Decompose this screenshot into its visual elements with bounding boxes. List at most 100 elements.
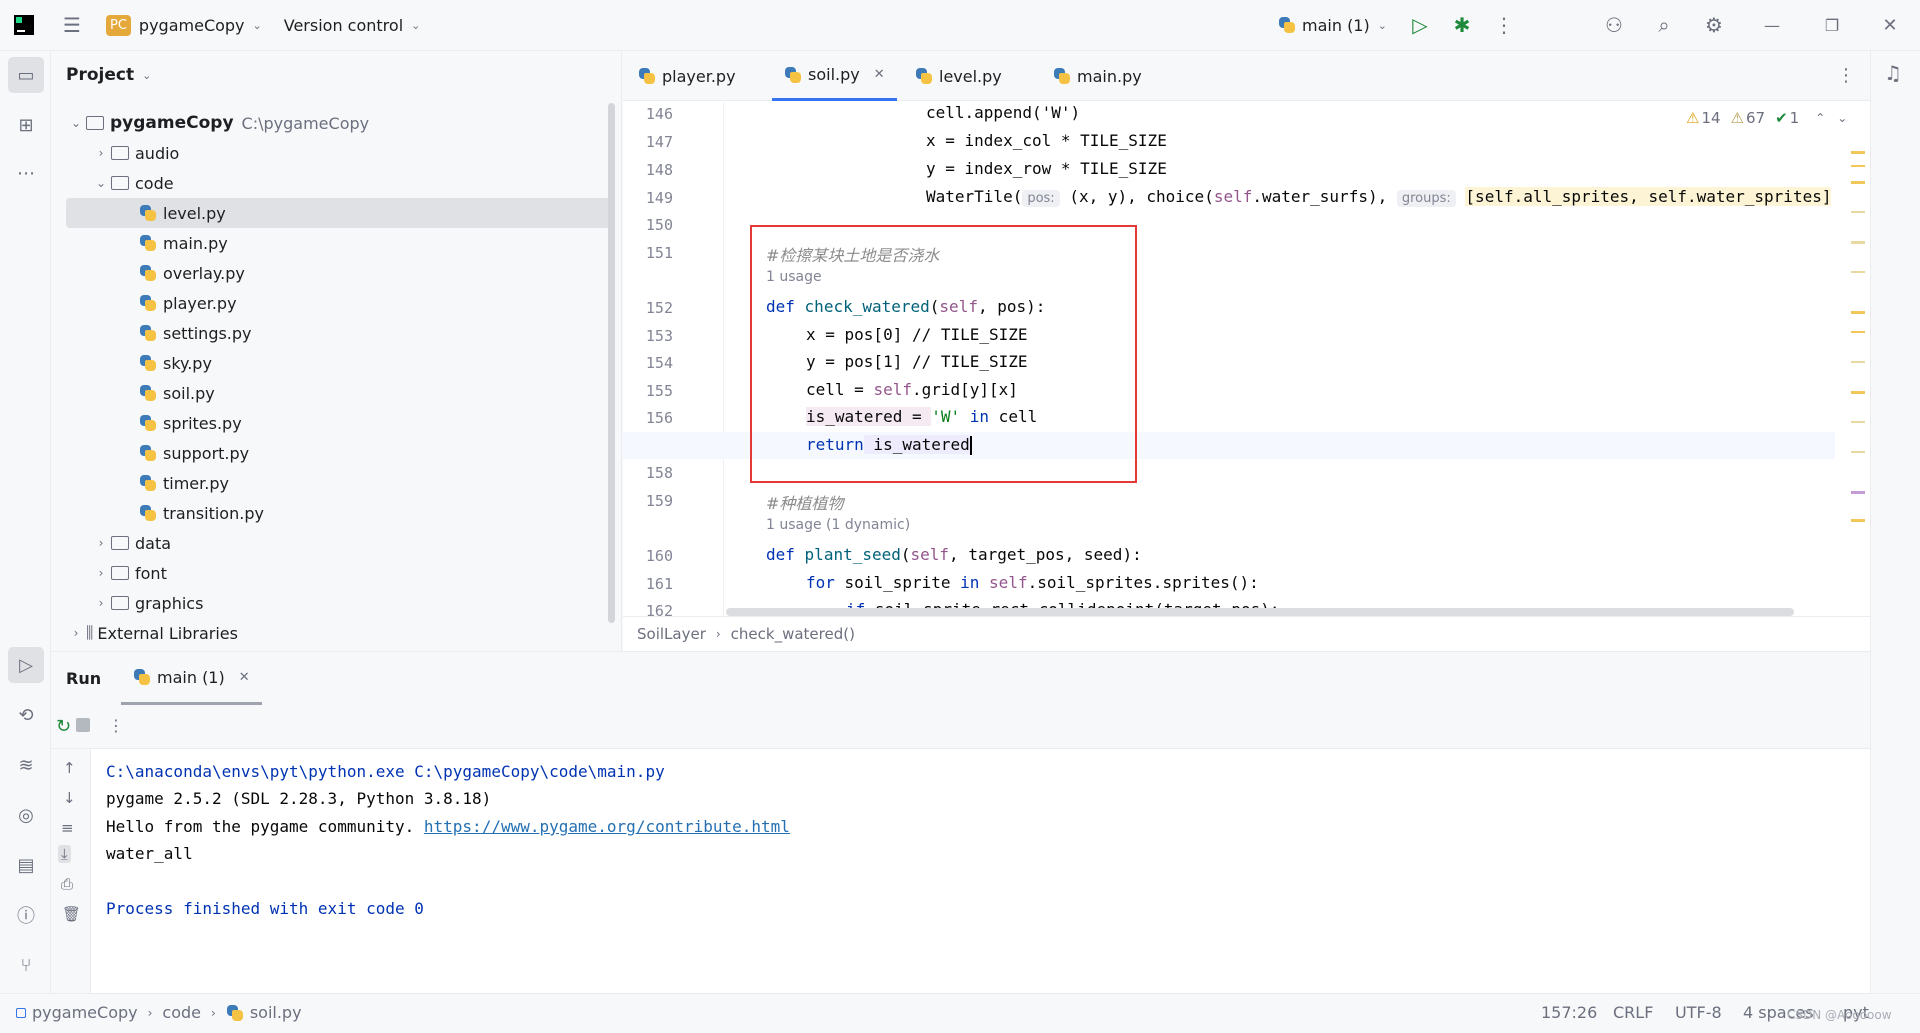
tree-file-support-py[interactable]: support.py xyxy=(139,438,611,468)
layers-icon[interactable]: ≋ xyxy=(8,747,44,783)
print-icon[interactable]: ⎙ xyxy=(61,875,73,893)
run-toolbar: ↻ ⋮ xyxy=(51,705,1870,749)
tree-label: External Libraries xyxy=(97,623,238,643)
structure-icon[interactable]: ⊞ xyxy=(8,107,44,143)
main-menu-icon[interactable]: ☰ xyxy=(52,5,92,45)
git-branch-icon[interactable]: ⑂ xyxy=(8,947,44,983)
more-tools-icon[interactable]: ⋯ xyxy=(8,155,44,191)
python-console-icon[interactable]: ⟲ xyxy=(8,697,44,733)
project-tool-folder-icon[interactable]: ▭ xyxy=(8,57,44,93)
chevron-down-icon: ⌄ xyxy=(95,176,107,190)
horizontal-scrollbar[interactable] xyxy=(726,608,1794,616)
settings-gear-icon[interactable]: ⚙ xyxy=(1694,5,1734,45)
python-file-icon xyxy=(784,66,802,84)
services-icon[interactable]: ◎ xyxy=(8,797,44,833)
tree-file-overlay-py[interactable]: overlay.py xyxy=(139,258,611,288)
code-line-160: def plant_seed(self, target_pos, seed): xyxy=(766,545,1142,564)
console-line-command: C:\anaconda\envs\pyt\python.exe C:\pygam… xyxy=(106,762,665,781)
status-crumb[interactable]: soil.py xyxy=(250,1003,302,1022)
debug-icon[interactable]: ✱ xyxy=(1442,5,1482,45)
tree-file-timer-py[interactable]: timer.py xyxy=(139,468,611,498)
run-tab-main[interactable]: main (1) ✕ xyxy=(121,652,262,705)
status-crumb[interactable]: pygameCopy xyxy=(32,1003,138,1022)
minimize-icon[interactable]: — xyxy=(1752,5,1792,45)
terminal-icon[interactable]: ▤ xyxy=(8,847,44,883)
tree-folder-font[interactable]: › font xyxy=(91,558,611,588)
scroll-to-end-icon[interactable]: ⤓ xyxy=(58,845,71,863)
code-text: x = index_col * TILE_SIZE xyxy=(926,131,1167,150)
tab-soil-py[interactable]: soil.py ✕ xyxy=(772,51,897,101)
usage-hint[interactable]: 1 usage (1 dynamic) xyxy=(766,517,910,533)
run-tool-icon[interactable]: ▷ xyxy=(8,647,44,683)
chevron-up-icon[interactable]: ⌃ xyxy=(1815,111,1825,125)
trash-icon[interactable]: 🗑 xyxy=(62,905,81,923)
chevron-down-icon[interactable]: ⌄ xyxy=(1837,111,1847,125)
tree-file-main-py[interactable]: main.py xyxy=(139,228,611,258)
tree-file-level-py[interactable]: level.py xyxy=(66,198,611,228)
tree-folder-data[interactable]: › data xyxy=(91,528,611,558)
caret-position[interactable]: 157:26 xyxy=(1541,994,1597,1031)
code-line-148: y = index_row * TILE_SIZE xyxy=(926,159,1167,178)
tab-close-icon[interactable]: ✕ xyxy=(874,67,885,82)
pycharm-logo-icon[interactable] xyxy=(0,0,48,51)
run-config-selector[interactable]: main (1) ⌄ xyxy=(1270,8,1395,42)
tree-label: level.py xyxy=(163,203,226,223)
code-line-146: cell.append('W') xyxy=(926,103,1080,122)
tree-file-settings-py[interactable]: settings.py xyxy=(139,318,611,348)
line-number: 148 xyxy=(645,161,673,179)
line-separator[interactable]: CRLF xyxy=(1613,994,1653,1031)
tree-folder-audio[interactable]: › audio xyxy=(91,138,611,168)
stop-icon[interactable] xyxy=(76,718,90,732)
tree-file-transition-py[interactable]: transition.py xyxy=(139,498,611,528)
problems-icon[interactable]: ⓘ xyxy=(8,897,44,933)
tab-player-py[interactable]: player.py xyxy=(638,51,736,101)
rerun-icon[interactable]: ↻ xyxy=(56,716,71,737)
breadcrumb-function[interactable]: check_watered() xyxy=(731,625,855,643)
soft-wrap-icon[interactable]: ≡ xyxy=(61,819,74,837)
project-switcher[interactable]: PC pygameCopy ⌄ xyxy=(98,8,270,42)
more-icon[interactable]: ⋮ xyxy=(108,716,124,735)
project-panel-header[interactable]: Project ⌄ xyxy=(66,65,151,85)
console-link[interactable]: https://www.pygame.org/contribute.html xyxy=(424,817,790,836)
run-icon[interactable]: ▷ xyxy=(1400,5,1440,45)
tab-main-py[interactable]: main.py xyxy=(1053,51,1142,101)
tab-close-icon[interactable]: ✕ xyxy=(239,670,250,685)
file-encoding[interactable]: UTF-8 xyxy=(1675,994,1722,1031)
line-number: 153 xyxy=(645,327,673,345)
tree-label: graphics xyxy=(135,593,204,613)
tree-file-sprites-py[interactable]: sprites.py xyxy=(139,408,611,438)
version-control-menu[interactable]: Version control ⌄ xyxy=(276,8,429,42)
tree-label: main.py xyxy=(163,233,228,253)
right-tool-strip: ♫ xyxy=(1870,51,1920,993)
notifications-bell-icon[interactable]: ♫ xyxy=(1884,61,1902,85)
tabs-more-icon[interactable]: ⋮ xyxy=(1837,65,1855,86)
project-scrollbar[interactable] xyxy=(608,103,615,623)
code-text: , target_pos, seed): xyxy=(949,545,1142,564)
error-stripe[interactable] xyxy=(1851,151,1865,621)
status-bar: pygameCopy › code › soil.py 157:26 CRLF … xyxy=(0,993,1920,1030)
tab-level-py[interactable]: level.py xyxy=(915,51,1002,101)
folder-icon xyxy=(111,176,129,190)
tree-file-soil-py[interactable]: soil.py xyxy=(139,378,611,408)
tree-folder-code[interactable]: ⌄ code xyxy=(91,168,611,198)
add-user-icon[interactable]: ⚇ xyxy=(1594,5,1634,45)
tree-label: transition.py xyxy=(163,503,264,523)
inspection-widget[interactable]: ⚠ 14 ⚠ 67 ✔ 1 ⌃ ⌄ xyxy=(1686,109,1848,127)
search-icon[interactable]: ⌕ xyxy=(1644,5,1684,45)
status-crumb[interactable]: code xyxy=(162,1003,201,1022)
scroll-down-icon[interactable]: ↓ xyxy=(63,789,76,807)
watermark: CSDN @Aooooow xyxy=(1787,1007,1892,1022)
line-number: 155 xyxy=(645,382,673,400)
chevron-down-icon: ⌄ xyxy=(411,18,421,32)
breadcrumb-class[interactable]: SoilLayer xyxy=(637,625,706,643)
tree-root[interactable]: ⌄ pygameCopy C:\pygameCopy xyxy=(66,108,611,138)
restore-icon[interactable]: ❐ xyxy=(1812,5,1852,45)
scroll-up-icon[interactable]: ↑ xyxy=(63,759,76,777)
more-actions-icon[interactable]: ⋮ xyxy=(1484,5,1524,45)
tree-folder-graphics[interactable]: › graphics xyxy=(91,588,611,618)
tree-file-sky-py[interactable]: sky.py xyxy=(139,348,611,378)
code-text: .soil_sprites.sprites(): xyxy=(1027,573,1259,592)
tree-file-player-py[interactable]: player.py xyxy=(139,288,611,318)
close-icon[interactable]: ✕ xyxy=(1870,5,1910,45)
tree-external-libraries[interactable]: › ⫼ External Libraries xyxy=(66,618,611,648)
